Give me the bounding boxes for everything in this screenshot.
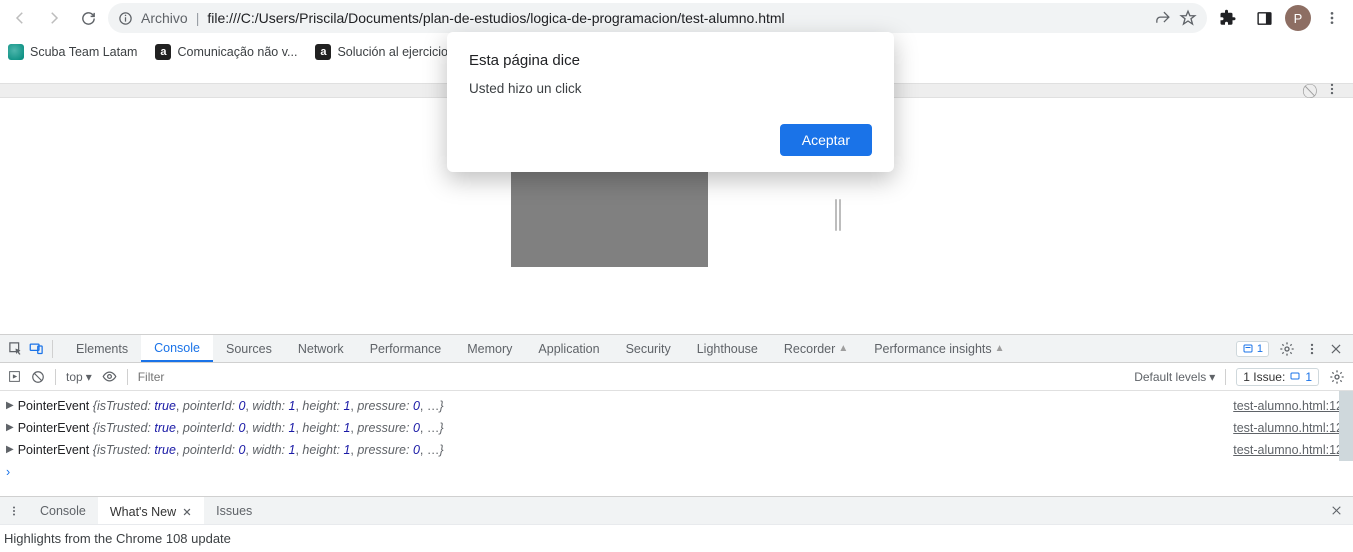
levels-selector[interactable]: Default levels ▾	[1134, 370, 1215, 384]
console-row[interactable]: ▶ PointerEvent {isTrusted: true, pointer…	[0, 395, 1353, 417]
share-icon[interactable]	[1154, 10, 1171, 27]
log-source[interactable]: test-alumno.html:12	[1233, 397, 1343, 415]
bookmark-label: Scuba Team Latam	[30, 45, 137, 59]
sidepanel-button[interactable]	[1249, 3, 1279, 33]
clear-icon[interactable]	[31, 370, 45, 384]
tab-memory[interactable]: Memory	[454, 335, 525, 362]
star-icon[interactable]	[1179, 9, 1197, 27]
chat-icon	[1289, 371, 1301, 383]
preview-dot-icon: ▲	[838, 343, 848, 354]
inspect-icon[interactable]	[8, 341, 23, 356]
whatsnew-headline: Highlights from the Chrome 108 update	[4, 531, 231, 546]
tab-network[interactable]: Network	[285, 335, 357, 362]
close-icon[interactable]	[182, 507, 192, 517]
devtools-tabbar: Elements Console Sources Network Perform…	[0, 335, 1353, 363]
log-message: PointerEvent {isTrusted: true, pointerId…	[18, 419, 1234, 437]
drawer-tab-console[interactable]: Console	[28, 497, 98, 524]
filter-input[interactable]	[138, 370, 1124, 384]
kebab-icon[interactable]	[1305, 342, 1319, 356]
eye-icon[interactable]	[102, 369, 117, 384]
url-prefix: Archivo	[141, 10, 188, 26]
prompt-icon: ›	[6, 463, 10, 481]
play-icon[interactable]	[8, 370, 21, 383]
drawer-close[interactable]	[1320, 504, 1353, 517]
drawer-tabbar: Console What's New Issues	[0, 497, 1353, 525]
bookmark-label: Comunicação não v...	[177, 45, 297, 59]
browser-toolbar: Archivo | file:///C:/Users/Priscila/Docu…	[0, 0, 1353, 36]
context-selector[interactable]: top ▾	[66, 370, 92, 384]
console-row[interactable]: ▶ PointerEvent {isTrusted: true, pointer…	[0, 439, 1353, 461]
address-bar[interactable]: Archivo | file:///C:/Users/Priscila/Docu…	[108, 3, 1207, 33]
alert-dialog: Esta página dice Usted hizo un click Ace…	[447, 32, 894, 172]
gear-icon[interactable]	[1329, 369, 1345, 385]
device-toggle-icon[interactable]	[29, 341, 44, 356]
chevron-down-icon: ▾	[86, 370, 92, 384]
back-button[interactable]	[6, 4, 34, 32]
log-message: PointerEvent {isTrusted: true, pointerId…	[18, 441, 1234, 459]
drawer-tab-whatsnew[interactable]: What's New	[98, 497, 204, 524]
gear-icon[interactable]	[1279, 341, 1295, 357]
console-row[interactable]: ▶ PointerEvent {isTrusted: true, pointer…	[0, 417, 1353, 439]
reload-button[interactable]	[74, 4, 102, 32]
issues-badge[interactable]: 1	[1236, 341, 1269, 357]
chevron-down-icon: ▾	[1209, 370, 1215, 384]
drawer-kebab-icon[interactable]	[0, 505, 28, 517]
scrollbar-thumb[interactable]	[1339, 391, 1353, 461]
preview-dot-icon: ▲	[995, 343, 1005, 354]
tab-performance[interactable]: Performance	[357, 335, 455, 362]
tab-application[interactable]: Application	[525, 335, 612, 362]
url-text: file:///C:/Users/Priscila/Documents/plan…	[207, 10, 784, 26]
console-output[interactable]: ▶ PointerEvent {isTrusted: true, pointer…	[0, 391, 1353, 496]
favicon-a-icon: a	[315, 44, 331, 60]
avatar[interactable]: P	[1285, 5, 1311, 31]
bookmark-item[interactable]: a Solución al ejercicio...	[315, 44, 458, 60]
favicon-a-icon: a	[155, 44, 171, 60]
accept-button[interactable]: Aceptar	[780, 124, 872, 156]
tab-sources[interactable]: Sources	[213, 335, 285, 362]
forward-button[interactable]	[40, 4, 68, 32]
drawer-body: Highlights from the Chrome 108 update	[0, 525, 1353, 552]
bookmark-item[interactable]: Scuba Team Latam	[8, 44, 137, 60]
bookmark-label: Solución al ejercicio...	[337, 45, 458, 59]
expand-icon[interactable]: ▶	[6, 397, 14, 415]
drag-handle-vertical[interactable]	[831, 199, 845, 231]
page-menu-button[interactable]	[1325, 82, 1339, 96]
devtools-panel: Elements Console Sources Network Perform…	[0, 334, 1353, 552]
favicon-globe-icon	[8, 44, 24, 60]
dialog-title: Esta página dice	[469, 52, 872, 69]
bookmark-item[interactable]: a Comunicação não v...	[155, 44, 297, 60]
drawer-tab-issues[interactable]: Issues	[204, 497, 264, 524]
extensions-button[interactable]	[1213, 3, 1243, 33]
expand-icon[interactable]: ▶	[6, 441, 14, 459]
separator: |	[196, 10, 200, 26]
tab-recorder[interactable]: Recorder▲	[771, 335, 861, 362]
info-icon	[118, 11, 133, 26]
tab-console[interactable]: Console	[141, 335, 213, 362]
tab-elements[interactable]: Elements	[63, 335, 141, 362]
issue-count[interactable]: 1 Issue: 1	[1236, 368, 1319, 386]
tab-perf-insights[interactable]: Performance insights▲	[861, 335, 1017, 362]
log-message: PointerEvent {isTrusted: true, pointerId…	[18, 397, 1234, 415]
tab-lighthouse[interactable]: Lighthouse	[684, 335, 771, 362]
console-filter-bar: top ▾ Default levels ▾ 1 Issue: 1	[0, 363, 1353, 391]
console-prompt[interactable]: ›	[0, 461, 1353, 483]
log-source[interactable]: test-alumno.html:12	[1233, 441, 1343, 459]
tab-security[interactable]: Security	[613, 335, 684, 362]
dialog-message: Usted hizo un click	[469, 81, 872, 96]
log-source[interactable]: test-alumno.html:12	[1233, 419, 1343, 437]
close-icon[interactable]	[1329, 342, 1343, 356]
expand-icon[interactable]: ▶	[6, 419, 14, 437]
browser-menu[interactable]	[1317, 3, 1347, 33]
